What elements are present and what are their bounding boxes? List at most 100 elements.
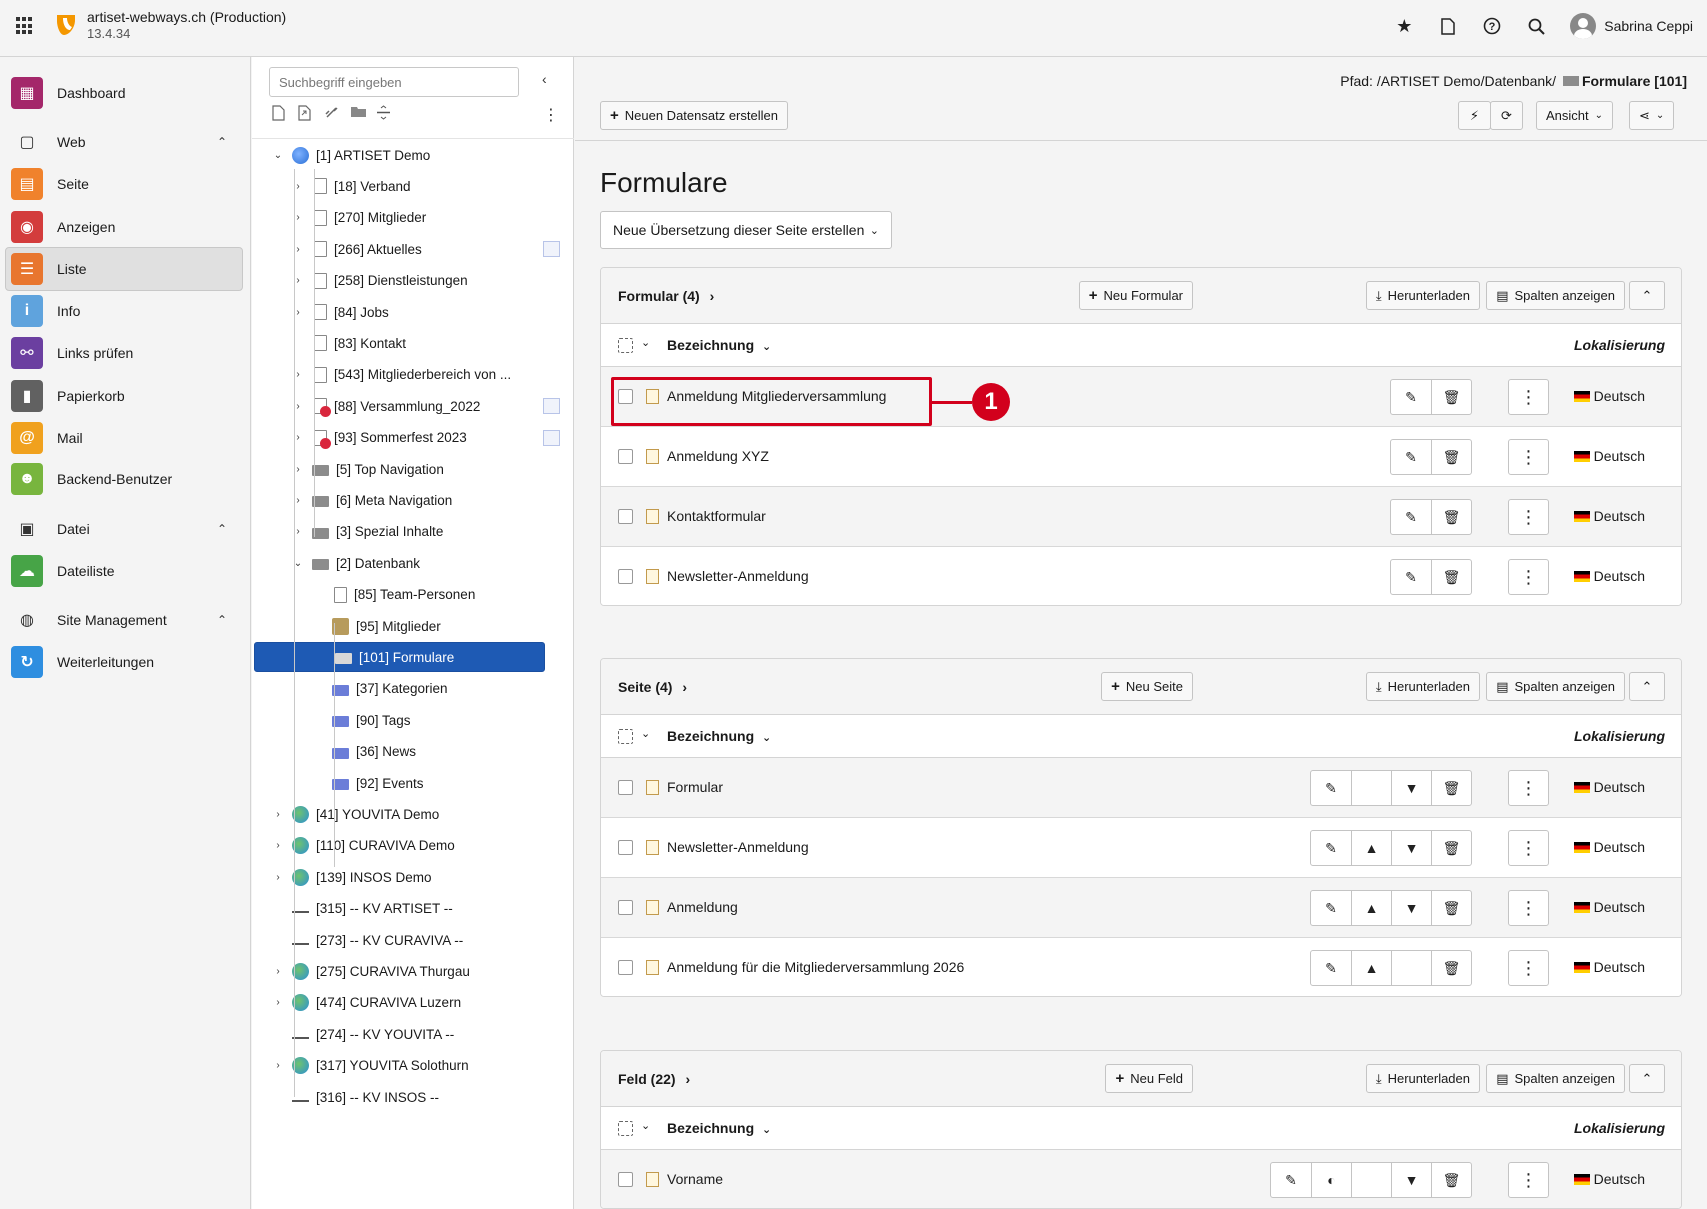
move-down-icon[interactable]: ▼ xyxy=(1391,831,1431,865)
tree-node[interactable]: [101] Formulare xyxy=(254,642,545,673)
table-title[interactable]: Formular (4) › xyxy=(618,288,714,304)
new-record-button[interactable]: + Neuen Datensatz erstellen xyxy=(600,101,788,130)
edit-icon[interactable]: ✎ xyxy=(1391,440,1431,474)
reload-button[interactable]: ⟳ xyxy=(1490,101,1523,130)
row-checkbox[interactable] xyxy=(618,569,633,584)
tree-node[interactable]: [90] Tags xyxy=(312,705,411,735)
move-up-icon[interactable]: ▲ xyxy=(1351,891,1391,925)
tree-node[interactable]: [37] Kategorien xyxy=(312,674,448,704)
new-shortcut-icon[interactable] xyxy=(298,105,314,123)
edit-icon[interactable]: ✎ xyxy=(1391,500,1431,534)
edit-icon[interactable]: ✎ xyxy=(1391,560,1431,594)
new-page-icon[interactable] xyxy=(272,105,288,123)
edit-icon[interactable]: ✎ xyxy=(1311,771,1351,805)
trash-icon[interactable]: 🗑 xyxy=(1431,831,1471,865)
row-more-button[interactable]: ⋮ xyxy=(1508,559,1549,595)
collapse-table-button[interactable]: ⌃ xyxy=(1629,1064,1665,1093)
row-checkbox[interactable] xyxy=(618,900,633,915)
move-down-icon[interactable]: ▼ xyxy=(1391,1163,1431,1197)
new-button[interactable]: + Neu Feld xyxy=(1105,1064,1193,1093)
row-more-button[interactable]: ⋮ xyxy=(1508,950,1549,986)
module-links-pr-fen[interactable]: ⚯ Links prüfen xyxy=(0,331,251,375)
row-more-button[interactable]: ⋮ xyxy=(1508,439,1549,475)
record-name[interactable]: Formular xyxy=(667,779,723,795)
tree-search-input[interactable] xyxy=(269,67,519,97)
record-name[interactable]: Anmeldung xyxy=(667,899,738,915)
module-weiterleitungen[interactable]: ↻ Weiterleitungen xyxy=(0,640,251,684)
tree-node[interactable]: › [270] Mitglieder xyxy=(292,203,426,233)
record-name[interactable]: Anmeldung XYZ xyxy=(667,448,769,464)
new-link-icon[interactable] xyxy=(324,105,340,123)
module-web[interactable]: ▢ Web ⌃ xyxy=(0,120,251,164)
new-folder-icon[interactable] xyxy=(350,105,366,123)
tree-node[interactable]: ⌄ [1] ARTISET Demo xyxy=(272,140,430,170)
row-more-button[interactable]: ⋮ xyxy=(1508,379,1549,415)
tree-node[interactable]: [85] Team-Personen xyxy=(312,580,475,610)
toggle-icon[interactable]: ◐ xyxy=(1311,1163,1351,1197)
table-row[interactable]: Newsletter-Anmeldung ✎ ▲ ▼ 🗑 ⋮ Deutsch xyxy=(601,818,1681,878)
module-anzeigen[interactable]: ◉ Anzeigen xyxy=(0,205,251,249)
move-up-icon[interactable]: ▲ xyxy=(1351,831,1391,865)
chevron-right-icon[interactable]: › xyxy=(272,966,284,977)
row-checkbox[interactable] xyxy=(618,509,633,524)
module-papierkorb[interactable]: ▮ Papierkorb xyxy=(0,374,251,418)
download-button[interactable]: ⤓ Herunterladen xyxy=(1365,1064,1480,1093)
clear-cache-button[interactable]: ⚡ xyxy=(1458,101,1491,130)
module-liste[interactable]: ☰ Liste xyxy=(5,247,243,291)
table-row[interactable]: Formular ✎ ▼ 🗑 ⋮ Deutsch xyxy=(601,758,1681,818)
row-more-button[interactable]: ⋮ xyxy=(1508,830,1549,866)
typo3-logo-icon[interactable] xyxy=(55,13,77,37)
row-checkbox[interactable] xyxy=(618,1172,633,1187)
chevron-up-icon[interactable]: ⌃ xyxy=(217,613,227,627)
tree-node[interactable]: › [474] CURAVIVA Luzern xyxy=(272,988,461,1018)
tree-more-icon[interactable]: ⋮ xyxy=(543,105,559,125)
module-seite[interactable]: ▤ Seite xyxy=(0,162,251,206)
record-name[interactable]: Vorname xyxy=(667,1171,723,1187)
module-mail[interactable]: @ Mail xyxy=(0,416,251,460)
tree-node[interactable]: › [110] CURAVIVA Demo xyxy=(272,831,455,861)
row-more-button[interactable]: ⋮ xyxy=(1508,890,1549,926)
column-name[interactable]: Bezeichnung ⌄ xyxy=(667,337,771,353)
column-name[interactable]: Bezeichnung ⌄ xyxy=(667,1120,771,1136)
trash-icon[interactable]: 🗑 xyxy=(1431,891,1471,925)
trash-icon[interactable]: 🗑 xyxy=(1431,560,1471,594)
collapse-tree-icon[interactable]: ‹ xyxy=(542,71,547,87)
module-site-management[interactable]: ◍ Site Management ⌃ xyxy=(0,598,251,642)
file-icon[interactable] xyxy=(1426,0,1470,52)
row-checkbox[interactable] xyxy=(618,780,633,795)
trash-icon[interactable]: 🗑 xyxy=(1431,440,1471,474)
show-columns-button[interactable]: ▤ Spalten anzeigen xyxy=(1486,1064,1625,1093)
download-button[interactable]: ⤓ Herunterladen xyxy=(1365,672,1480,701)
row-more-button[interactable]: ⋮ xyxy=(1508,1162,1549,1198)
show-columns-button[interactable]: ▤ Spalten anzeigen xyxy=(1486,281,1625,310)
chevron-right-icon[interactable]: › xyxy=(272,1060,284,1071)
share-dropdown[interactable]: ⋖ ⌄ xyxy=(1629,101,1675,130)
module-info[interactable]: i Info xyxy=(0,289,251,333)
new-separator-icon[interactable] xyxy=(376,105,392,123)
tree-node[interactable]: › [543] Mitgliederbereich von ... xyxy=(292,360,511,390)
tree-node[interactable]: › [275] CURAVIVA Thurgau xyxy=(272,956,470,986)
tree-node[interactable]: › [41] YOUVITA Demo xyxy=(272,799,439,829)
app-grid-icon[interactable] xyxy=(16,17,34,35)
trash-icon[interactable]: 🗑 xyxy=(1431,380,1471,414)
module-datei[interactable]: ▣ Datei ⌃ xyxy=(0,507,251,551)
chevron-up-icon[interactable]: ⌃ xyxy=(217,522,227,536)
tree-node[interactable]: [36] News xyxy=(312,737,416,767)
row-checkbox[interactable] xyxy=(618,449,633,464)
trash-icon[interactable]: 🗑 xyxy=(1431,1163,1471,1197)
help-icon[interactable]: ? xyxy=(1470,0,1514,52)
tree-node[interactable]: › [88] Versammlung_2022 xyxy=(292,391,480,421)
row-checkbox[interactable] xyxy=(618,840,633,855)
tree-node[interactable]: [274] -- KV YOUVITA -- xyxy=(272,1019,454,1049)
record-name[interactable]: Kontaktformular xyxy=(667,508,766,524)
table-title[interactable]: Seite (4) › xyxy=(618,679,687,695)
collapse-table-button[interactable]: ⌃ xyxy=(1629,672,1665,701)
trash-icon[interactable]: 🗑 xyxy=(1431,500,1471,534)
chevron-down-icon[interactable]: ⌄ xyxy=(641,727,650,740)
chevron-down-icon[interactable]: ⌄ xyxy=(641,336,650,349)
tree-node[interactable]: ⌄ [2] Datenbank xyxy=(292,548,420,578)
trash-icon[interactable]: 🗑 xyxy=(1431,951,1471,985)
tree-node[interactable]: [273] -- KV CURAVIVA -- xyxy=(272,925,463,955)
table-row[interactable]: Vorname ✎ ◐ ▼ 🗑 ⋮ Deutsch xyxy=(601,1150,1681,1208)
tree-node[interactable]: › [317] YOUVITA Solothurn xyxy=(272,1051,469,1081)
